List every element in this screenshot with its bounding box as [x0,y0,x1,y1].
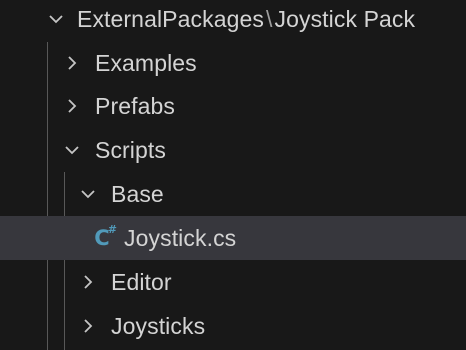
tree-folder-label: Base [111,181,164,207]
tree-folder-scripts[interactable]: Scripts [0,128,466,172]
tree-folder-examples[interactable]: Examples [0,41,466,85]
tree-folder-root[interactable]: ExternalPackages\Joystick Pack [0,0,466,41]
tree-folder-base[interactable]: Base [0,172,466,216]
chevron-down-icon [47,10,65,28]
tree-folder-label: Scripts [95,137,166,163]
tree-folder-label: ExternalPackages\Joystick Pack [77,6,416,32]
chevron-down-icon [63,141,81,159]
chevron-right-icon [79,317,97,335]
chevron-right-icon [79,273,97,291]
file-explorer-tree: ExternalPackages\Joystick Pack Examples … [0,0,466,350]
tree-folder-label: Prefabs [95,93,175,119]
tree-file-joystick-cs[interactable]: C # Joystick.cs [0,216,466,260]
tree-folder-label: Examples [95,50,197,76]
tree-folder-editor[interactable]: Editor [0,260,466,304]
tree-folder-prefabs[interactable]: Prefabs [0,84,466,128]
csharp-file-icon: C # [94,223,117,250]
chevron-right-icon [63,97,81,115]
tree-folder-label: Editor [111,269,172,295]
chevron-right-icon [63,54,81,72]
chevron-down-icon [79,185,97,203]
tree-folder-label: Joysticks [111,313,206,339]
tree-file-label: Joystick.cs [124,225,237,251]
tree-folder-joysticks[interactable]: Joysticks [0,304,466,348]
